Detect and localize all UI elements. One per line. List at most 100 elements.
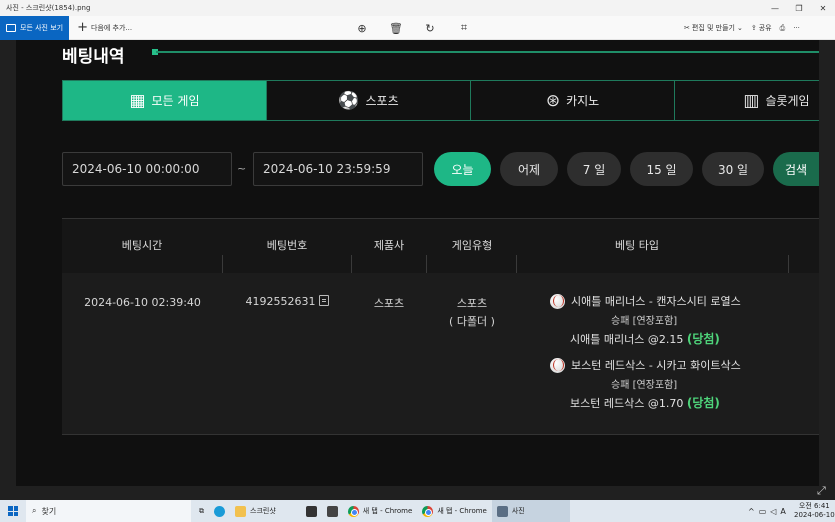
- soccer-ball-icon: ⚽: [338, 90, 360, 111]
- taskbar-clock[interactable]: 오전 6:41 2024-06-10: [794, 502, 835, 520]
- edit-create-label: 편집 및 만들기: [691, 24, 735, 32]
- clock-time: 오전 6:41: [798, 502, 830, 510]
- task-view-icon[interactable]: ⧉: [191, 500, 209, 522]
- rotate-icon[interactable]: ↻: [423, 21, 437, 35]
- volume-icon[interactable]: ◁: [770, 507, 776, 516]
- date-separator: ~: [237, 162, 247, 175]
- range-today-button[interactable]: 오늘: [434, 152, 491, 186]
- chevron-down-icon: ⌄: [736, 24, 743, 32]
- folder-icon: [235, 505, 246, 517]
- zoom-in-icon[interactable]: ⊕: [355, 21, 369, 35]
- window-title-bar: 사진 - 스크린샷(1854).png — ❐ ✕: [0, 0, 835, 16]
- col-provider: 제품사: [373, 239, 405, 252]
- bet-number-cell: 4192552631: [232, 295, 342, 308]
- mail-icon[interactable]: [322, 500, 343, 522]
- print-icon[interactable]: ⎙: [780, 24, 786, 33]
- chevron-up-icon[interactable]: ^: [748, 507, 755, 516]
- bet-pick: 시애틀 매리너스: [570, 333, 645, 346]
- range-15day-button[interactable]: 15 일: [630, 152, 693, 186]
- bet-pick: 보스턴 레드삭스: [570, 397, 645, 410]
- bet-match: 보스턴 레드삭스 - 시카고 화이트삭스: [571, 359, 741, 372]
- column-divider: [516, 255, 517, 273]
- range-yesterday-button[interactable]: 어제: [500, 152, 558, 186]
- col-bet-number: 베팅번호: [266, 239, 308, 252]
- title-accent-line: [156, 51, 819, 53]
- copy-icon[interactable]: [318, 295, 329, 306]
- start-button[interactable]: [0, 500, 26, 522]
- taskbar-chrome-2[interactable]: 새 탭 - Chrome: [417, 500, 492, 522]
- minimize-button[interactable]: —: [763, 0, 787, 16]
- share-button[interactable]: ⇪ 공유: [751, 23, 772, 33]
- tab-casino[interactable]: ⊛ 카지노: [471, 81, 675, 120]
- store-icon[interactable]: [301, 500, 322, 522]
- clock-date: 2024-06-10: [794, 511, 835, 519]
- range-30day-button[interactable]: 30 일: [702, 152, 764, 186]
- col-game-type: 게임유형: [451, 239, 493, 252]
- taskbar-search[interactable]: ⌕ 찾기: [26, 500, 191, 522]
- provider-cell: 스포츠: [373, 297, 405, 310]
- bet-odds: @2.15: [647, 333, 684, 346]
- bet-market: 승패 [연장포함]: [611, 316, 678, 327]
- casino-chip-icon: ⊛: [545, 90, 561, 111]
- add-to-button[interactable]: + 다음에 추가...: [69, 19, 133, 35]
- display-icon[interactable]: ▭: [759, 507, 767, 516]
- bet-match: 시애틀 매리너스 - 캔자스시티 로열스: [571, 295, 741, 308]
- game-type-cell: 스포츠: [456, 297, 488, 310]
- baseball-icon: [550, 357, 565, 373]
- more-icon[interactable]: ···: [793, 24, 800, 32]
- photos-app-icon: [496, 505, 508, 517]
- close-button[interactable]: ✕: [811, 0, 835, 16]
- column-divider: [222, 255, 223, 273]
- chrome-icon: [422, 505, 434, 517]
- add-to-label: 다음에 추가...: [91, 23, 133, 32]
- column-divider: [351, 255, 352, 273]
- tab-label: 카지노: [566, 94, 600, 108]
- bet-selection: 시애틀 매리너스 - 캔자스시티 로열스 승패 [연장포함] 시애틀 매리너스 …: [550, 293, 770, 347]
- tab-slot-games[interactable]: ▥ 슬롯게임: [675, 81, 819, 120]
- search-button[interactable]: 검색: [773, 152, 819, 186]
- date-to-input[interactable]: 2024-06-10 23:59:59: [253, 152, 423, 186]
- taskbar-explorer[interactable]: 스크린샷: [230, 500, 281, 522]
- bet-odds: @1.70: [647, 397, 684, 410]
- tab-sports[interactable]: ⚽ 스포츠: [267, 81, 471, 120]
- system-tray: ^ ▭ ◁ A: [748, 500, 786, 522]
- share-icon: ⇪: [750, 24, 757, 32]
- table-header: 베팅시간 베팅번호 제품사 게임유형 베팅 타입: [62, 219, 819, 273]
- photos-label: 사진: [511, 507, 525, 515]
- bet-result: (당첨): [686, 396, 720, 410]
- tab-label: 슬롯게임: [765, 94, 810, 108]
- edit-create-button[interactable]: ✂ 편집 및 만들기 ⌄: [684, 23, 743, 33]
- chrome-label: 새 탭 - Chrome: [437, 507, 487, 515]
- gallery-icon: [6, 23, 16, 32]
- bet-result: (당첨): [686, 332, 720, 346]
- explorer-label: 스크린샷: [250, 507, 276, 515]
- crop-icon[interactable]: ⌗: [457, 21, 471, 35]
- fullscreen-icon[interactable]: ⤢: [817, 484, 826, 498]
- windows-logo-icon: [8, 506, 18, 516]
- column-divider: [426, 255, 427, 273]
- bet-number-text: 4192552631: [245, 295, 316, 308]
- search-icon: ⌕: [32, 506, 37, 515]
- input-language[interactable]: A: [780, 507, 785, 516]
- taskbar: ⌕ 찾기 ⧉ 스크린샷 새 탭 - Chrome 새 탭 - Chrome 사진: [0, 500, 835, 522]
- edit-icon: ✂: [684, 24, 690, 32]
- chrome-label: 새 탭 - Chrome: [362, 507, 413, 515]
- all-photos-button[interactable]: 모든 사진 보기: [0, 15, 70, 40]
- column-divider: [788, 255, 789, 273]
- tab-all-games[interactable]: ▦ 모든 게임: [63, 81, 267, 120]
- date-from-input[interactable]: 2024-06-10 00:00:00: [62, 152, 232, 186]
- col-bet-type: 베팅 타입: [615, 239, 659, 252]
- bet-time-cell: 2024-06-10 02:39:40: [84, 296, 201, 309]
- edge-icon[interactable]: [209, 500, 230, 522]
- bet-history-table: 베팅시간 베팅번호 제품사 게임유형 베팅 타입 2024-06-10 02:3…: [62, 218, 819, 435]
- bet-market: 승패 [연장포함]: [611, 380, 678, 391]
- delete-icon[interactable]: 🗑: [389, 21, 403, 35]
- plus-icon: +: [77, 19, 88, 35]
- taskbar-chrome-1[interactable]: 새 탭 - Chrome: [343, 500, 418, 522]
- all-photos-label: 모든 사진 보기: [20, 23, 64, 32]
- table-row: 2024-06-10 02:39:40 4192552631 스포츠 스포츠 (…: [62, 273, 819, 435]
- maximize-button[interactable]: ❐: [787, 0, 811, 16]
- section-title: 베팅내역: [62, 47, 125, 67]
- taskbar-photos[interactable]: 사진: [491, 500, 570, 522]
- range-7day-button[interactable]: 7 일: [567, 152, 621, 186]
